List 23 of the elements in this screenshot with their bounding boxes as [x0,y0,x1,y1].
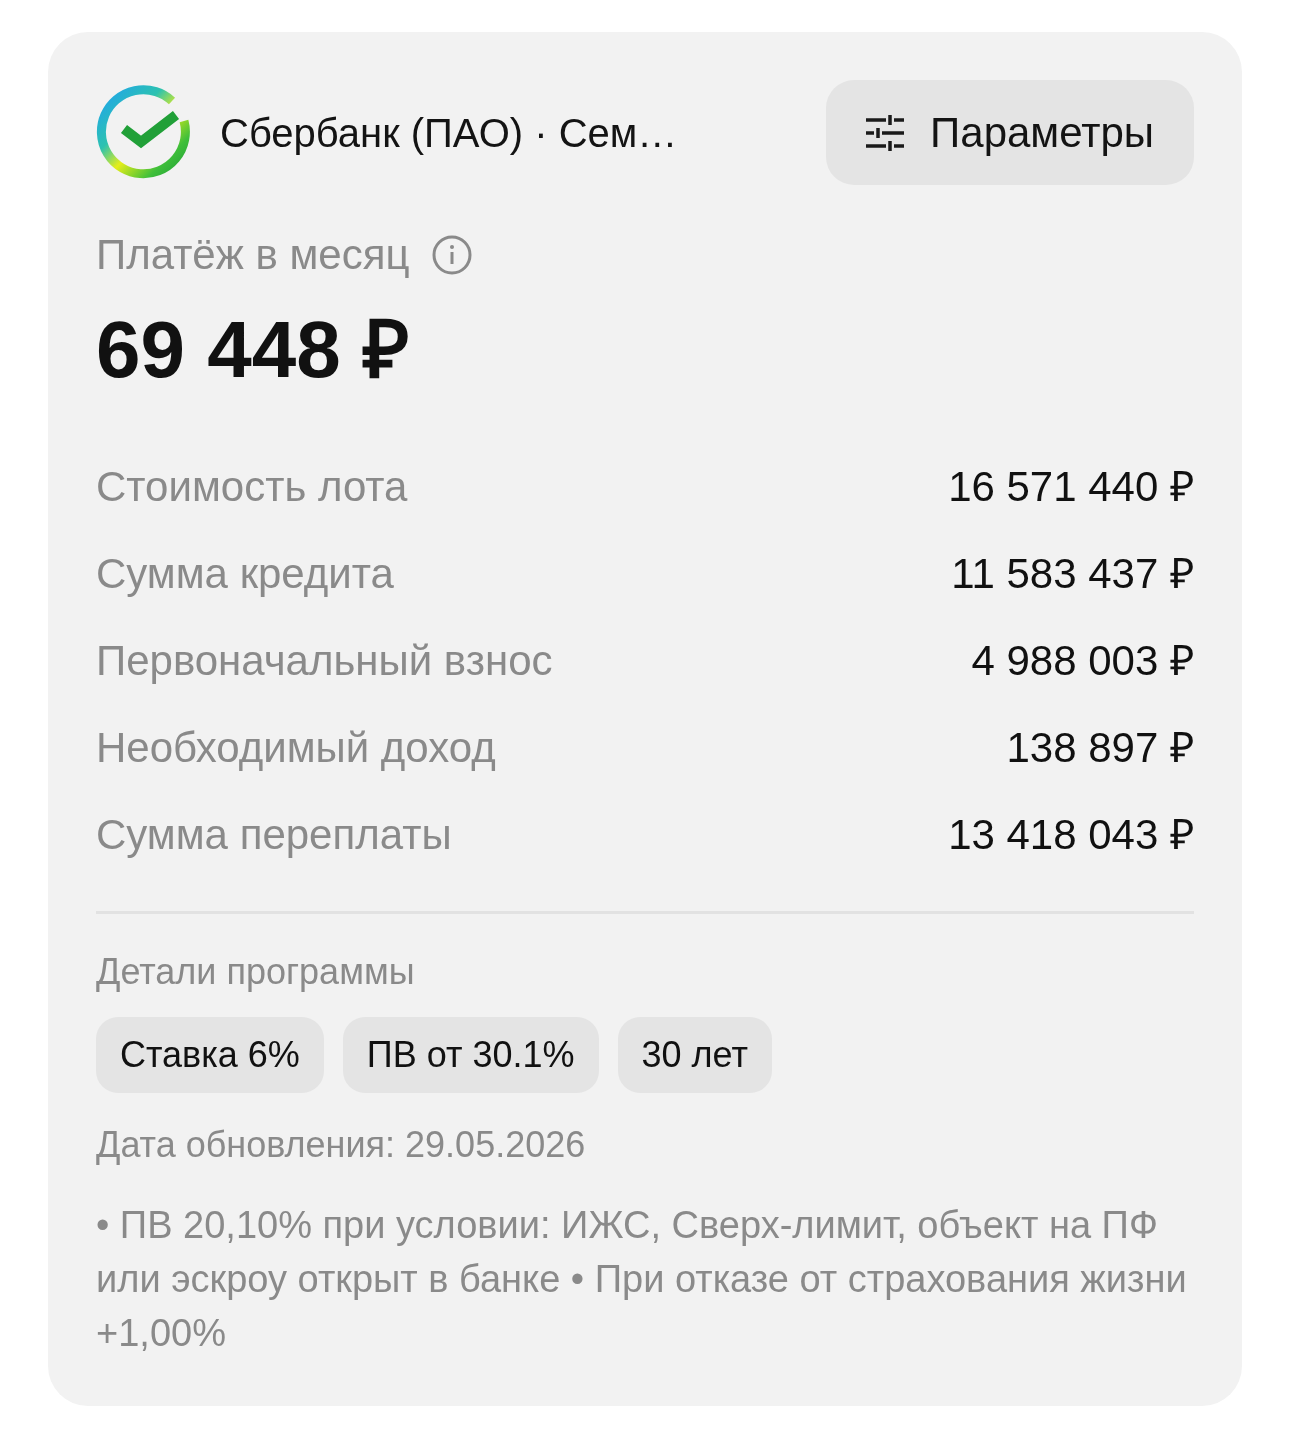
check-ring-icon [96,84,192,181]
row-value: 4 988 003 ₽ [971,635,1194,686]
payment-amount: 69 448 ₽ [96,304,410,396]
update-date: Дата обновления: 29.05.2026 [96,1123,586,1167]
bank-title: Сбербанк (ПАО) · Сем… [220,109,678,157]
row-label: Первоначальный взнос [96,635,553,686]
info-icon[interactable] [431,235,472,275]
row-value: 11 583 437 ₽ [951,548,1194,599]
row-label: Необходимый доход [96,722,496,773]
row-value: 16 571 440 ₽ [948,461,1194,512]
program-chip: Ставка 6% [96,1017,324,1093]
details-title: Детали программы [96,950,415,994]
sliders-icon [866,114,905,151]
program-note: • ПВ 20,10% при условии: ИЖС, Сверх-лимит, объект на ПФ или эскроу открыт в банке • При отказе от страхования жизни +1,00% [96,1203,1188,1356]
row-value: 13 418 043 ₽ [948,809,1194,860]
program-chip: ПВ от 30.1% [342,1017,599,1093]
row-label: Стоимость лота [96,461,408,512]
row-value: 138 897 ₽ [1006,722,1194,773]
payment-label: Платёж в месяц [96,230,410,280]
row-label: Сумма кредита [96,548,394,599]
program-chip: 30 лет [617,1017,772,1093]
parameters-button[interactable]: Параметры [826,80,1194,185]
row-label: Сумма переплаты [96,809,452,860]
